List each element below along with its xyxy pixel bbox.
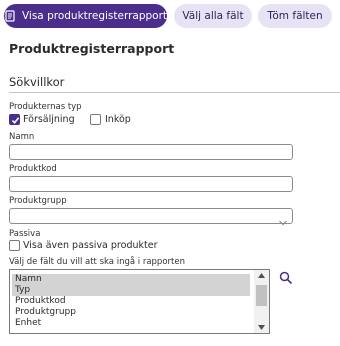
product-group-label: Produktgrupp [9,196,67,206]
chevron-down-icon [278,212,288,231]
list-item[interactable]: Typ [12,285,250,296]
product-group-select[interactable] [9,208,293,226]
sales-checkbox-label: Försäljning [23,114,75,125]
scroll-up-arrow-icon[interactable] [258,273,265,278]
select-all-label: Välj alla fält [182,10,244,22]
show-report-label: Visa produktregisterrapport [21,10,168,22]
show-passive-checkbox-label: Visa även passiva produkter [23,240,158,251]
scroll-down-arrow-icon[interactable] [258,325,265,330]
report-fields-listbox[interactable]: Namn Typ Produktkod Produktgrupp Enhet [9,269,270,334]
show-report-button[interactable]: Visa produktregisterrapport [4,4,167,28]
show-passive-checkbox[interactable] [9,240,20,251]
section-title: Sökvillkor [9,75,65,89]
name-label: Namn [9,132,35,142]
product-types-label: Produkternas typ [9,102,82,112]
scrollbar-thumb[interactable] [256,285,267,306]
toolbar: Visa produktregisterrapport Välj alla fä… [0,0,340,32]
section-divider [9,92,340,93]
search-icon[interactable] [279,270,293,285]
checkmark-icon [11,117,20,125]
clear-fields-label: Töm fälten [267,10,323,22]
list-item[interactable]: Enhet [12,318,250,329]
select-all-fields-button[interactable]: Välj alla fält [174,4,252,28]
report-icon [4,10,16,22]
purchase-checkbox-label: Inköp [105,114,131,125]
report-fields-label: Välj de fält du vill att ska ingå i rapp… [9,257,185,267]
page-title: Produktregisterrapport [9,41,175,56]
list-item[interactable]: Produktgrupp [12,307,250,318]
listbox-scrollbar[interactable] [254,270,269,333]
list-item[interactable]: Produktkod [12,296,250,307]
clear-fields-button[interactable]: Töm fälten [258,4,332,28]
name-input[interactable] [9,144,293,160]
passive-label: Passiva [9,229,41,239]
purchase-checkbox[interactable] [90,114,101,125]
product-code-label: Produktkod [9,164,57,174]
product-code-input[interactable] [9,176,293,192]
list-item[interactable]: Namn [12,274,250,285]
sales-checkbox[interactable] [9,114,20,125]
